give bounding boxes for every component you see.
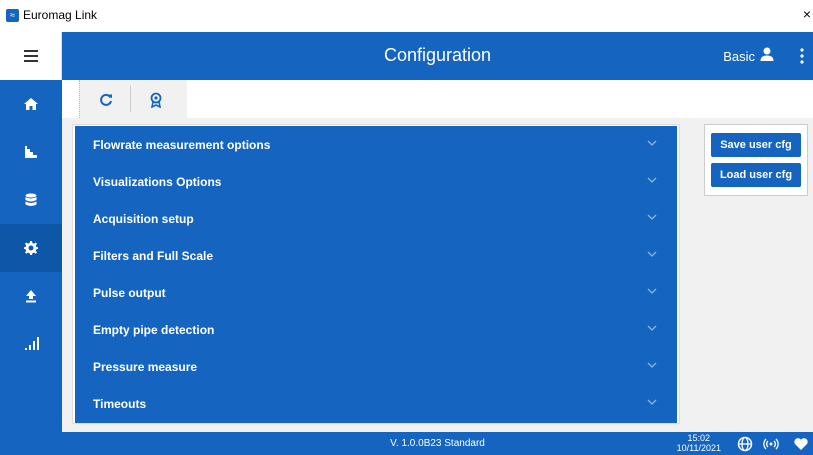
hamburger-icon [24, 50, 38, 62]
accordion-item[interactable]: Acquisition setup [75, 200, 677, 237]
sidebar [0, 32, 62, 455]
accordion-item-label: Empty pipe detection [93, 323, 215, 337]
chevron-down-icon [647, 251, 657, 257]
datetime-display: 15:02 10/11/2021 [677, 433, 721, 453]
window-titlebar: ≈ Euromag Link × [0, 0, 813, 32]
refresh-button[interactable] [94, 88, 118, 112]
toolbar [79, 80, 187, 118]
status-footer: V. 1.0.0B23 Standard 15:02 10/11/2021 [62, 432, 813, 455]
database-icon [25, 193, 37, 206]
sidebar-item-chart[interactable] [0, 128, 62, 176]
accordion-item[interactable]: Filters and Full Scale [75, 237, 677, 274]
chevron-down-icon [647, 288, 657, 294]
accordion-item[interactable]: Timeouts [75, 385, 677, 422]
sidebar-item-database[interactable] [0, 176, 62, 224]
app-header: Configuration Basic [62, 32, 813, 80]
accordion-item-label: Pressure measure [93, 360, 198, 374]
chevron-down-icon [647, 214, 657, 220]
date-label: 10/11/2021 [676, 443, 721, 453]
hamburger-menu-button[interactable] [0, 32, 62, 80]
certificate-button[interactable] [144, 88, 168, 112]
sidebar-item-settings[interactable] [0, 224, 62, 272]
accordion-item[interactable]: Visualizations Options [75, 163, 677, 200]
user-mode-label[interactable]: Basic [723, 49, 755, 64]
user-cfg-actions: Save user cfg Load user cfg [704, 124, 808, 196]
accordion-item-label: Visualizations Options [93, 175, 222, 189]
accordion-item-label: Flowrate measurement options [93, 138, 271, 152]
accordion-item[interactable]: Flowrate measurement options [75, 126, 677, 163]
save-user-cfg-button[interactable]: Save user cfg [711, 133, 801, 157]
chevron-down-icon [647, 177, 657, 183]
globe-icon[interactable] [737, 436, 753, 452]
close-window-button[interactable]: × [803, 6, 811, 22]
toolbar-divider [130, 86, 131, 112]
person-icon[interactable] [759, 46, 775, 62]
sidebar-item-upload[interactable] [0, 272, 62, 320]
sidebar-item-signal[interactable] [0, 320, 62, 368]
upload-icon [26, 290, 36, 303]
euromag-app-icon: ≈ [6, 9, 19, 22]
window-title: Euromag Link [23, 8, 98, 22]
home-icon [24, 98, 38, 110]
page-title: Configuration [383, 45, 492, 65]
refresh-icon [100, 93, 112, 106]
chart-icon [25, 146, 37, 158]
time-label: 15:02 [687, 433, 711, 443]
gear-icon [24, 241, 38, 255]
signal-bars-icon [25, 337, 39, 350]
chevron-down-icon [647, 362, 657, 368]
load-user-cfg-button[interactable]: Load user cfg [711, 163, 801, 187]
kebab-icon[interactable] [799, 46, 805, 66]
config-accordion: Flowrate measurement options Visualizatio… [75, 126, 677, 423]
certificate-icon [150, 92, 162, 108]
chevron-down-icon [647, 140, 657, 146]
chevron-down-icon [647, 399, 657, 405]
heart-icon[interactable] [793, 436, 809, 452]
accordion-item-label: Pulse output [93, 286, 166, 300]
accordion-item[interactable]: Pulse output [75, 274, 677, 311]
accordion-item-label: Timeouts [93, 397, 147, 411]
chevron-down-icon [647, 325, 657, 331]
accordion-item[interactable]: Empty pipe detection [75, 311, 677, 348]
accordion-item-label: Filters and Full Scale [93, 249, 214, 263]
sidebar-item-home[interactable] [0, 80, 62, 128]
accordion-item[interactable]: Pressure measure [75, 348, 677, 385]
accordion-item-label: Acquisition setup [93, 212, 194, 226]
wireless-icon[interactable] [763, 436, 779, 452]
